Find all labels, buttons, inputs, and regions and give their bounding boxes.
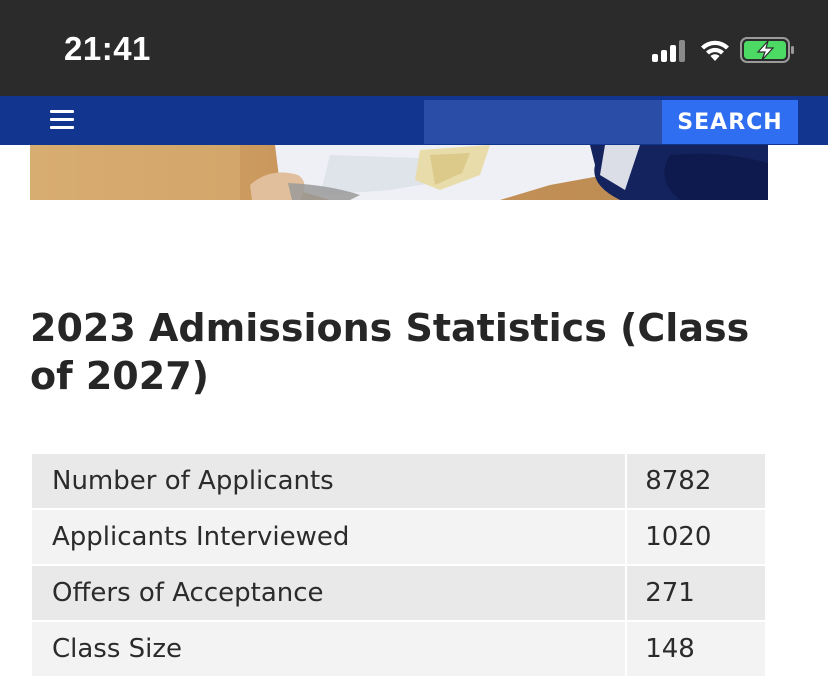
cellular-signal-icon: [652, 38, 690, 62]
hamburger-menu-icon[interactable]: [44, 105, 80, 135]
hero-image: [30, 145, 768, 200]
page-title: 2023 Admissions Statistics (Class of 202…: [30, 306, 750, 398]
battery-charging-icon: [740, 37, 794, 63]
stat-value: 8782: [625, 452, 767, 510]
stat-label: Class Size: [29, 620, 628, 678]
table-row: Applicants Interviewed 1020: [29, 508, 767, 566]
top-navigation-bar: SEARCH: [0, 96, 828, 145]
status-bar: 21:41: [0, 0, 828, 96]
table-row: Offers of Acceptance 271: [29, 564, 767, 622]
stat-label: Applicants Interviewed: [29, 508, 628, 566]
search-button[interactable]: SEARCH: [662, 100, 798, 144]
admissions-statistics-table: Number of Applicants 8782 Applicants Int…: [29, 452, 767, 678]
stat-value: 1020: [625, 508, 767, 566]
stat-label: Number of Applicants: [29, 452, 628, 510]
search-input[interactable]: [424, 100, 662, 144]
stat-label: Offers of Acceptance: [29, 564, 628, 622]
table-row: Number of Applicants 8782: [29, 452, 767, 510]
table-row: Class Size 148: [29, 620, 767, 678]
stat-value: 148: [625, 620, 767, 678]
status-time: 21:41: [64, 30, 151, 67]
stat-value: 271: [625, 564, 767, 622]
wifi-icon: [701, 40, 729, 61]
